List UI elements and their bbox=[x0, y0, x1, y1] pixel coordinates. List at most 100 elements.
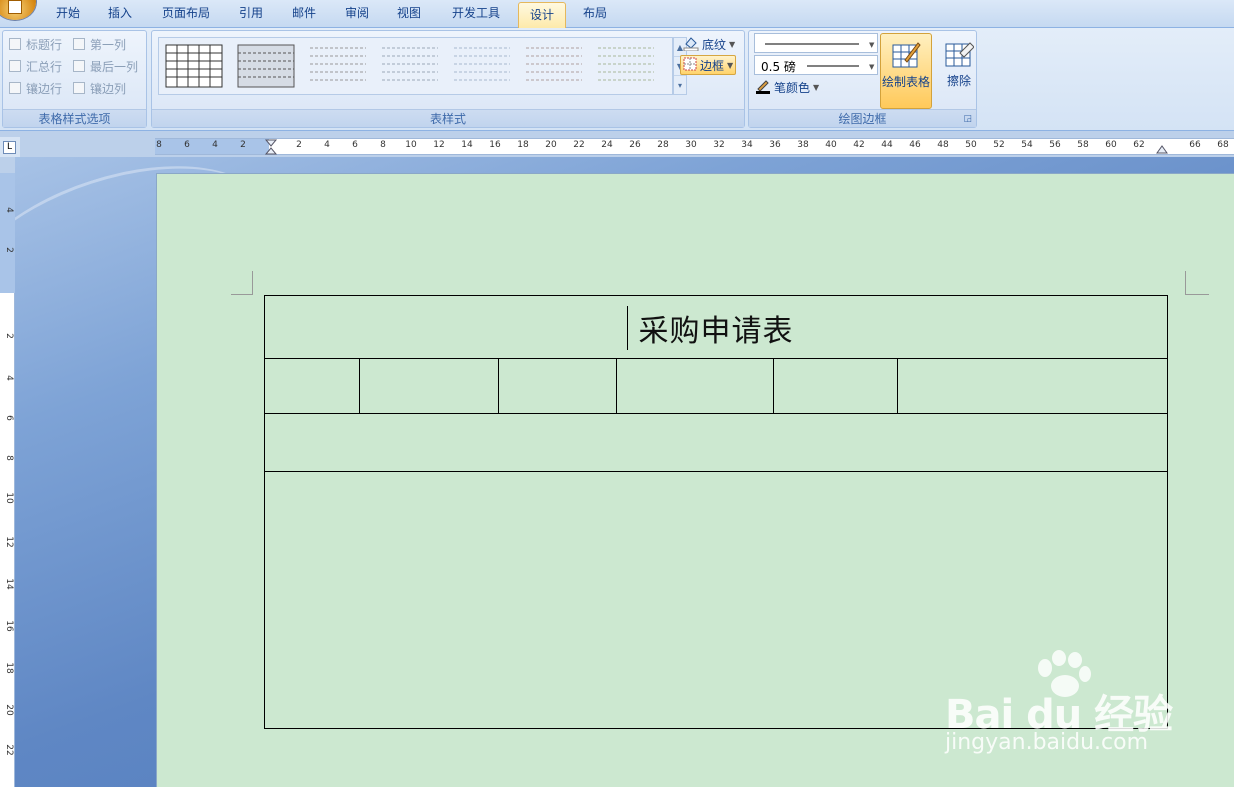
watermark-url: jingyan.baidu.com bbox=[945, 730, 1149, 755]
vertical-ruler[interactable]: 4 2 2 4 6 8 10 12 14 16 18 20 22 bbox=[0, 173, 15, 787]
office-logo-icon bbox=[8, 0, 22, 14]
checkbox-box[interactable] bbox=[73, 82, 85, 94]
ruler-tick: 32 bbox=[713, 140, 725, 150]
ruler-tick: 36 bbox=[769, 140, 781, 150]
table-style-thumbnail[interactable] bbox=[597, 44, 655, 88]
gallery-more-icon[interactable]: ▾ bbox=[674, 76, 686, 95]
horizontal-ruler[interactable]: 8 6 4 2 2 4 6 8 10 12 14 16 18 20 22 24 … bbox=[155, 138, 1234, 155]
ruler-tick: 2 bbox=[296, 140, 302, 150]
first-column-checkbox[interactable]: 第一列 bbox=[73, 36, 126, 52]
svg-text:▼: ▼ bbox=[869, 41, 875, 49]
tab-insert[interactable]: 插入 bbox=[96, 0, 144, 27]
tab-view[interactable]: 视图 bbox=[386, 0, 432, 27]
ruler-tick: 8 bbox=[4, 455, 14, 461]
header-row-checkbox[interactable]: 标题行 bbox=[9, 36, 62, 52]
right-indent-marker-icon[interactable] bbox=[1155, 141, 1169, 154]
ruler-tick: 66 bbox=[1189, 140, 1201, 150]
checkbox-box[interactable] bbox=[73, 60, 85, 72]
checkbox-label: 镶边行 bbox=[26, 81, 63, 96]
table-style-thumbnail[interactable] bbox=[525, 44, 583, 88]
ruler-tick: 20 bbox=[545, 140, 557, 150]
ruler-tick: 20 bbox=[4, 704, 14, 716]
ruler-tick: 46 bbox=[909, 140, 921, 150]
ribbon: 标题行 第一列 汇总行 最后一列 镶边行 镶边列 表格样式选项 ▲ ▾ 底纹 ▼… bbox=[0, 28, 1234, 131]
table-cell[interactable] bbox=[360, 359, 499, 413]
table-title[interactable]: 采购申请表 bbox=[265, 306, 1167, 350]
tab-layout[interactable]: 布局 bbox=[572, 0, 618, 27]
draw-table-label: 绘制表格 bbox=[881, 75, 930, 89]
ruler-tick: 2 bbox=[4, 333, 14, 339]
ruler-tick: 26 bbox=[629, 140, 641, 150]
checkbox-label: 第一列 bbox=[90, 37, 127, 52]
checkbox-box[interactable] bbox=[9, 82, 21, 94]
table-style-thumbnail[interactable] bbox=[165, 44, 223, 88]
table-cell[interactable] bbox=[774, 359, 898, 413]
eraser-button[interactable]: 擦除 bbox=[933, 33, 985, 109]
office-button[interactable] bbox=[0, 0, 36, 20]
dropdown-arrow-icon[interactable]: ▼ bbox=[727, 61, 733, 70]
ruler-tick: 48 bbox=[937, 140, 949, 150]
dialog-launcher-icon[interactable]: ◲ bbox=[963, 110, 972, 128]
dropdown-arrow-icon: ▼ bbox=[813, 82, 820, 92]
table-cell[interactable] bbox=[499, 359, 617, 413]
group-label: 表格样式选项 bbox=[3, 109, 146, 127]
checkbox-label: 汇总行 bbox=[26, 59, 63, 74]
draw-table-button[interactable]: 绘制表格 bbox=[880, 33, 932, 109]
banded-rows-checkbox[interactable]: 镶边行 bbox=[9, 80, 62, 96]
tab-home[interactable]: 开始 bbox=[44, 0, 92, 27]
ruler-tick: 60 bbox=[1105, 140, 1117, 150]
pen-color-label: 笔颜色 bbox=[774, 80, 811, 95]
ruler-tick: 18 bbox=[4, 662, 14, 674]
eraser-icon bbox=[945, 42, 974, 67]
shading-button[interactable]: 底纹 ▼ bbox=[683, 34, 735, 54]
table-row[interactable] bbox=[265, 414, 1167, 472]
ruler-tick: 10 bbox=[4, 492, 14, 504]
checkbox-label: 镶边列 bbox=[90, 81, 127, 96]
tab-references[interactable]: 引用 bbox=[228, 0, 274, 27]
checkbox-box[interactable] bbox=[9, 38, 21, 50]
line-style-select[interactable]: ▼ bbox=[754, 33, 878, 53]
tab-mailings[interactable]: 邮件 bbox=[280, 0, 328, 27]
ruler-tick: 6 bbox=[184, 140, 190, 150]
borders-label: 边框 bbox=[700, 58, 725, 73]
ruler-tick: 4 bbox=[4, 207, 14, 213]
borders-button[interactable]: 边框 ▼ bbox=[680, 55, 737, 75]
ruler-tick: 16 bbox=[4, 620, 14, 632]
ruler-tick: 12 bbox=[433, 140, 445, 150]
checkbox-box[interactable] bbox=[9, 60, 21, 72]
draw-table-icon bbox=[892, 42, 921, 68]
shading-label: 底纹 bbox=[702, 37, 727, 52]
tab-design[interactable]: 设计 bbox=[518, 2, 566, 29]
ruler-tick: 14 bbox=[4, 578, 14, 590]
table-style-thumbnail[interactable] bbox=[453, 44, 511, 88]
checkbox-box[interactable] bbox=[73, 38, 85, 50]
ruler-tick: 10 bbox=[405, 140, 417, 150]
ruler-tick: 4 bbox=[212, 140, 218, 150]
last-column-checkbox[interactable]: 最后一列 bbox=[73, 58, 138, 74]
ruler-tick: 40 bbox=[825, 140, 837, 150]
ruler-tick: 56 bbox=[1049, 140, 1061, 150]
tab-developer[interactable]: 开发工具 bbox=[440, 0, 512, 27]
table-style-thumbnail[interactable] bbox=[381, 44, 439, 88]
table-styles-group: ▲ ▼ ▾ 底纹▼ 边框▼ 表样式 bbox=[151, 30, 745, 128]
draw-borders-group: ▼ 0.5 磅 ▼ 笔颜色 ▼ 绘制表格 擦除 绘图边框 ◲ bbox=[748, 30, 977, 128]
pen-color-button[interactable]: 笔颜色 ▼ bbox=[755, 77, 819, 97]
table-cell[interactable] bbox=[265, 359, 360, 413]
ruler-tick: 22 bbox=[573, 140, 585, 150]
table-row-title[interactable]: 采购申请表 bbox=[265, 296, 1167, 359]
table-style-thumbnail[interactable] bbox=[237, 44, 295, 88]
table-row[interactable] bbox=[265, 359, 1167, 414]
indent-marker-icon[interactable] bbox=[263, 139, 279, 156]
ruler-tick: 18 bbox=[517, 140, 529, 150]
tab-review[interactable]: 审阅 bbox=[334, 0, 380, 27]
ruler-tick: 4 bbox=[324, 140, 330, 150]
table-cell[interactable] bbox=[617, 359, 774, 413]
ruler-tick: 52 bbox=[993, 140, 1005, 150]
banded-columns-checkbox[interactable]: 镶边列 bbox=[73, 80, 126, 96]
total-row-checkbox[interactable]: 汇总行 bbox=[9, 58, 62, 74]
tab-page-layout[interactable]: 页面布局 bbox=[150, 0, 222, 27]
tab-selector[interactable]: L bbox=[0, 137, 20, 157]
ruler-tick: 62 bbox=[1133, 140, 1145, 150]
table-style-thumbnail[interactable] bbox=[309, 44, 367, 88]
line-weight-select[interactable]: 0.5 磅 ▼ bbox=[754, 55, 878, 75]
